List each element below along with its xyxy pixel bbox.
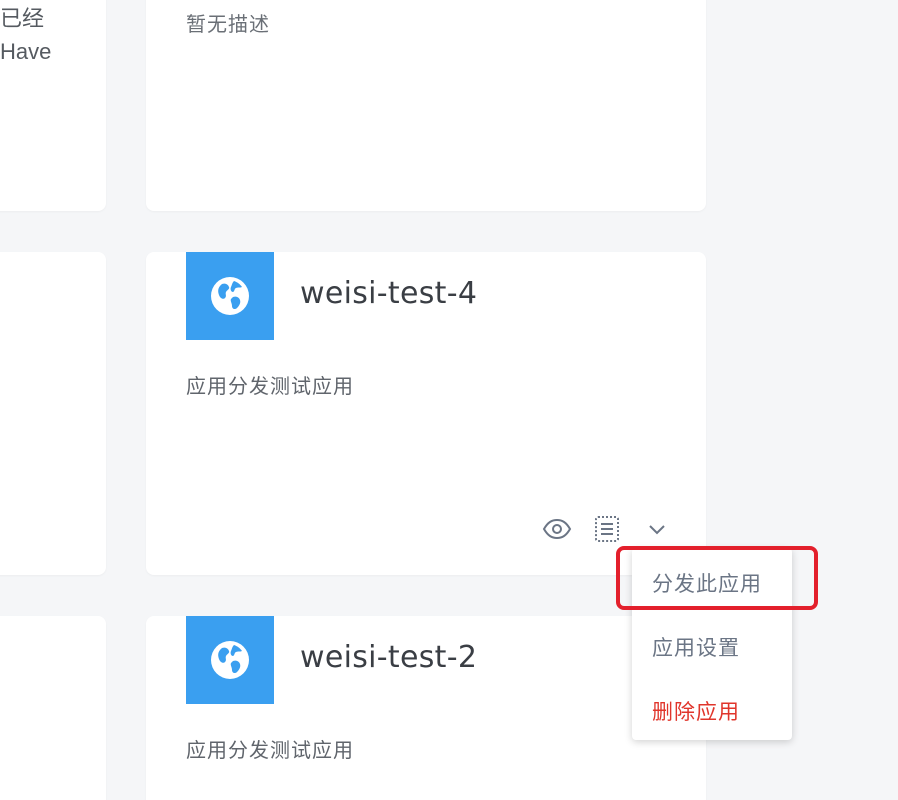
left-card-text-line1: 已经 [0,7,45,32]
more-actions-button[interactable] [642,514,672,544]
app-name[interactable]: weisi-test-4 [300,276,477,311]
app-card-weisi-test-2[interactable]: weisi-test-2 应用分发测试应用 [146,616,706,800]
app-card-description: 应用分发测试应用 [186,374,354,398]
left-app-card-top[interactable]: 已经 Have [0,0,106,211]
left-app-card-bottom[interactable] [0,616,106,800]
app-card-actions [542,514,672,544]
globe-icon [211,641,249,679]
more-actions-dropdown: 分发此应用 应用设置 删除应用 [632,548,792,740]
menu-item-distribute-app[interactable]: 分发此应用 [652,568,762,598]
preview-button[interactable] [542,514,572,544]
logs-button[interactable] [592,514,622,544]
left-app-card-middle[interactable] [0,252,106,575]
app-card-description: 应用分发测试应用 [186,738,354,762]
eye-icon [542,518,572,540]
document-list-icon [595,516,619,542]
app-card-no-description[interactable]: 暂无描述 [146,0,706,211]
app-card-description: 暂无描述 [186,12,270,36]
app-name[interactable]: weisi-test-2 [300,640,477,675]
chevron-down-icon [649,525,665,535]
app-icon-tile [186,616,274,704]
app-list-page: 已经 Have 暂无描述 weisi-test-4 应用分发测试应用 weisi… [0,0,898,800]
menu-item-delete-app[interactable]: 删除应用 [652,696,740,726]
app-card-weisi-test-4[interactable]: weisi-test-4 应用分发测试应用 [146,252,706,575]
app-icon-tile [186,252,274,340]
globe-icon [211,277,249,315]
left-card-text-line2: Have [0,39,52,64]
menu-item-app-settings[interactable]: 应用设置 [652,632,740,662]
